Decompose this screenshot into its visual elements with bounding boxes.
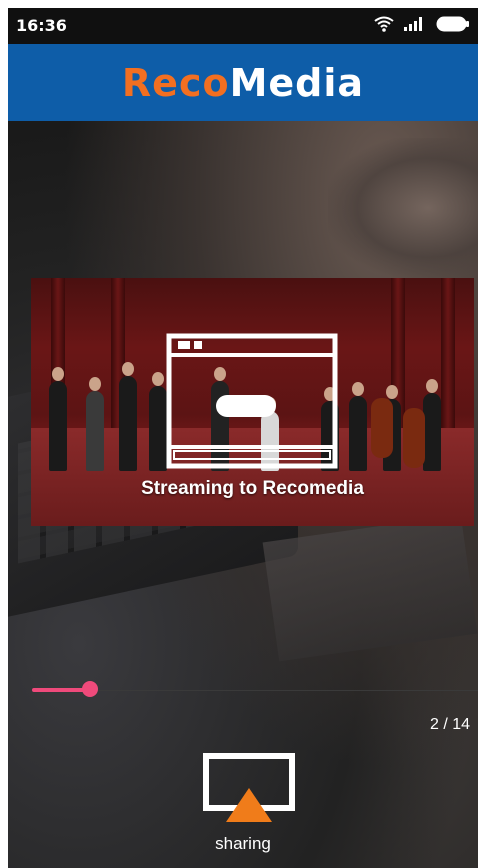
app-header: RecoMedia — [8, 44, 478, 121]
musician — [86, 377, 104, 471]
app-logo: RecoMedia — [122, 61, 364, 105]
cello — [371, 398, 393, 458]
video-thumbnail[interactable]: Streaming to Recomedia — [31, 278, 474, 526]
stage-curtain — [441, 278, 455, 428]
musician — [119, 362, 137, 471]
cello — [403, 408, 425, 468]
wifi-icon — [374, 16, 394, 37]
streaming-label: Streaming to Recomedia — [141, 478, 364, 499]
battery-icon — [436, 16, 470, 37]
musician — [423, 379, 441, 471]
logo-media: Media — [229, 60, 365, 105]
signal-icon — [404, 16, 426, 36]
logo-reco: Reco — [121, 60, 230, 105]
page-counter: 2 / 14 — [429, 716, 470, 733]
sharing-button[interactable] — [202, 752, 302, 842]
progress-track[interactable] — [32, 690, 478, 691]
app-screen: 16:36 RecoMedia Streaming to Recomedia 2… — [8, 8, 478, 868]
cast-screen-icon — [166, 333, 338, 469]
background-arm — [328, 138, 478, 278]
status-bar: 16:36 — [8, 8, 478, 44]
musician — [149, 372, 167, 471]
airplay-icon[interactable] — [202, 752, 302, 842]
musician — [349, 382, 367, 471]
status-time: 16:36 — [16, 16, 67, 35]
sharing-label: sharing — [215, 834, 271, 853]
musician — [49, 367, 67, 471]
progress-knob[interactable] — [82, 681, 98, 697]
status-icons — [374, 14, 470, 38]
